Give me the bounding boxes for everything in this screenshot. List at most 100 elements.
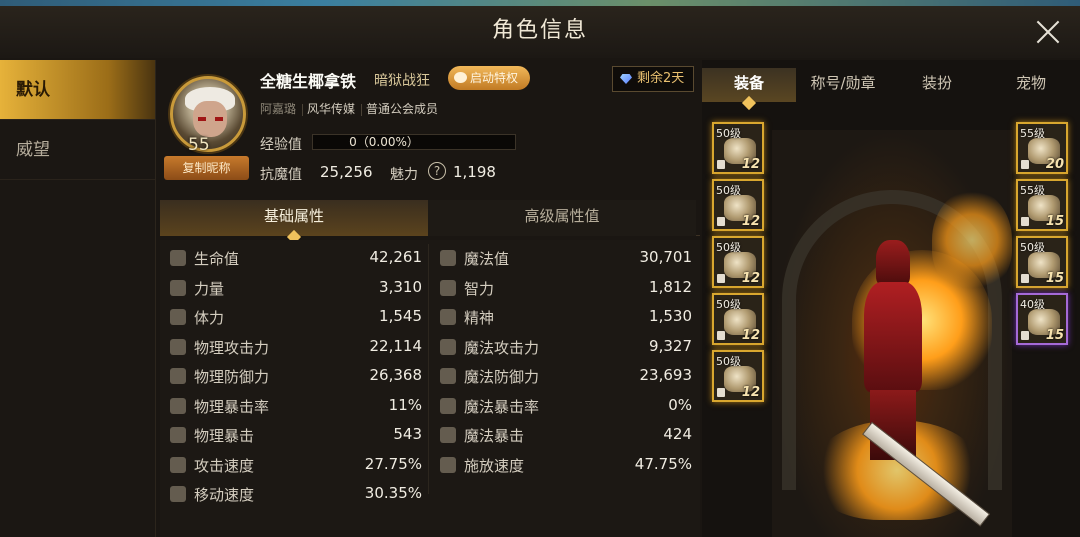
item-level: 55级 — [1020, 184, 1045, 197]
server-name: 阿嘉璐 — [260, 102, 297, 116]
stat-value: 27.75% — [364, 454, 422, 473]
equipment-slot[interactable]: 50级 12 — [712, 350, 764, 402]
resist-value: 25,256 — [320, 163, 373, 181]
tab-advanced-attributes[interactable]: 高级属性值 — [428, 200, 696, 236]
equipment-slot[interactable]: 50级 12 — [712, 179, 764, 231]
divider — [428, 244, 429, 494]
orb-icon — [440, 309, 456, 325]
side-tabs: 默认 威望 — [0, 60, 156, 537]
diamond-icon — [620, 74, 632, 84]
avatar-eye-left — [198, 117, 206, 121]
avatar-eye-right — [215, 117, 223, 121]
remaining-days-label: 剩余2天 — [637, 71, 685, 86]
close-icon[interactable] — [1034, 18, 1062, 46]
stat-value: 1,530 — [649, 307, 692, 325]
stat-label: 物理暴击 — [194, 427, 255, 445]
side-tab-default[interactable]: 默认 — [0, 60, 155, 120]
tab-pet[interactable]: 宠物 — [984, 68, 1078, 102]
item-level: 50级 — [716, 298, 741, 311]
boot-icon — [170, 486, 186, 502]
stat-row: 生命值 42,261 — [160, 244, 428, 272]
stat-label: 魔法攻击力 — [464, 338, 540, 357]
refine-level: 15 — [1045, 271, 1064, 286]
stat-label: 物理防御力 — [194, 368, 270, 386]
lock-icon — [717, 160, 725, 169]
wechat-icon — [454, 72, 467, 83]
stat-value: 1,545 — [379, 307, 422, 325]
equipment-slot[interactable]: 55级 20 — [1016, 122, 1068, 174]
tab-titles-medals[interactable]: 称号/勋章 — [796, 68, 890, 102]
stat-row: 物理暴击率 11% — [160, 392, 428, 420]
body-icon — [170, 309, 186, 325]
stat-row: 魔法值 30,701 — [430, 244, 698, 272]
refine-level: 12 — [741, 214, 760, 229]
stat-row: 移动速度 30.35% — [160, 480, 428, 508]
character-level: 55 — [188, 135, 210, 155]
equipment-slot[interactable]: 50级 15 — [1016, 236, 1068, 288]
divider — [361, 103, 363, 116]
privilege-button[interactable]: 启动特权 — [448, 66, 530, 90]
tab-equipment[interactable]: 装备 — [702, 68, 796, 111]
refine-level: 12 — [741, 271, 760, 286]
fire-effect — [932, 190, 1012, 290]
tab-basic-attributes[interactable]: 基础属性 — [160, 200, 428, 245]
stat-row: 智力 1,812 — [430, 274, 698, 302]
stat-value: 47.75% — [634, 454, 692, 473]
fist-icon — [170, 279, 186, 296]
remaining-days-badge[interactable]: 剩余2天 — [612, 66, 694, 92]
character-class: 暗狱战狂 — [374, 73, 430, 89]
stat-label: 移动速度 — [194, 486, 255, 504]
crosshair-icon — [170, 397, 186, 414]
tab-basic-attributes-label: 基础属性 — [263, 207, 324, 225]
crosshair-icon — [170, 427, 186, 443]
side-tab-prestige[interactable]: 威望 — [0, 120, 155, 180]
stat-row: 攻击速度 27.75% — [160, 451, 428, 479]
item-level: 50级 — [1020, 241, 1045, 254]
stat-label: 魔法暴击 — [464, 427, 525, 445]
equipment-slot[interactable]: 50级 12 — [712, 236, 764, 288]
guild-role: 普通公会成员 — [366, 102, 439, 116]
lock-icon — [1021, 217, 1029, 226]
tab-costume[interactable]: 装扮 — [890, 68, 984, 102]
stat-label: 魔法值 — [464, 250, 510, 268]
stat-value: 26,368 — [369, 366, 423, 384]
question-icon[interactable]: ? — [428, 162, 446, 180]
copy-nickname-button[interactable]: 复制昵称 — [164, 156, 249, 180]
equipment-slot[interactable]: 50级 12 — [712, 293, 764, 345]
character-header: 55 复制昵称 全糖生椰拿铁 暗狱战狂 启动特权 剩余2天 阿嘉璐 风华传媒 普通公… — [160, 62, 700, 202]
slash-icon — [170, 456, 186, 473]
stat-value: 543 — [393, 425, 422, 443]
attribute-tabs: 基础属性 高级属性值 — [160, 200, 700, 245]
resist-label: 抗魔值 — [260, 167, 302, 183]
avatar[interactable]: 55 — [170, 76, 246, 155]
tab-equipment-label: 装备 — [733, 74, 764, 92]
stat-row: 施放速度 47.75% — [430, 451, 698, 479]
item-level: 55级 — [1020, 127, 1045, 140]
guild-info: 阿嘉璐 风华传媒 普通公会成员 — [260, 100, 444, 117]
yin-yang-icon — [440, 368, 456, 384]
guild-name: 风华传媒 — [307, 102, 356, 116]
character-model — [852, 240, 932, 460]
divider — [302, 103, 304, 116]
item-level: 50级 — [716, 241, 741, 254]
stat-value: 9,327 — [649, 336, 692, 355]
item-level: 50级 — [716, 127, 741, 140]
hand-icon — [440, 456, 456, 473]
lock-icon — [717, 331, 725, 340]
stat-row: 物理攻击力 22,114 — [160, 333, 428, 361]
equipment-slot[interactable]: 55级 15 — [1016, 179, 1068, 231]
ring-icon — [440, 427, 456, 443]
equipment-slot[interactable]: 40级 15 — [1016, 293, 1068, 345]
stat-label: 施放速度 — [464, 456, 525, 475]
stat-label: 物理暴击率 — [194, 397, 270, 416]
stat-value: 22,114 — [369, 336, 423, 355]
refine-level: 20 — [1045, 157, 1064, 172]
sparkle-icon — [440, 279, 456, 296]
refine-level: 12 — [741, 157, 760, 172]
lock-icon — [717, 388, 725, 397]
stat-value: 3,310 — [379, 277, 422, 296]
stat-label: 力量 — [194, 279, 225, 298]
stat-row: 魔法暴击 424 — [430, 421, 698, 449]
equipment-slot[interactable]: 50级 12 — [712, 122, 764, 174]
stat-row: 物理暴击 543 — [160, 421, 428, 449]
